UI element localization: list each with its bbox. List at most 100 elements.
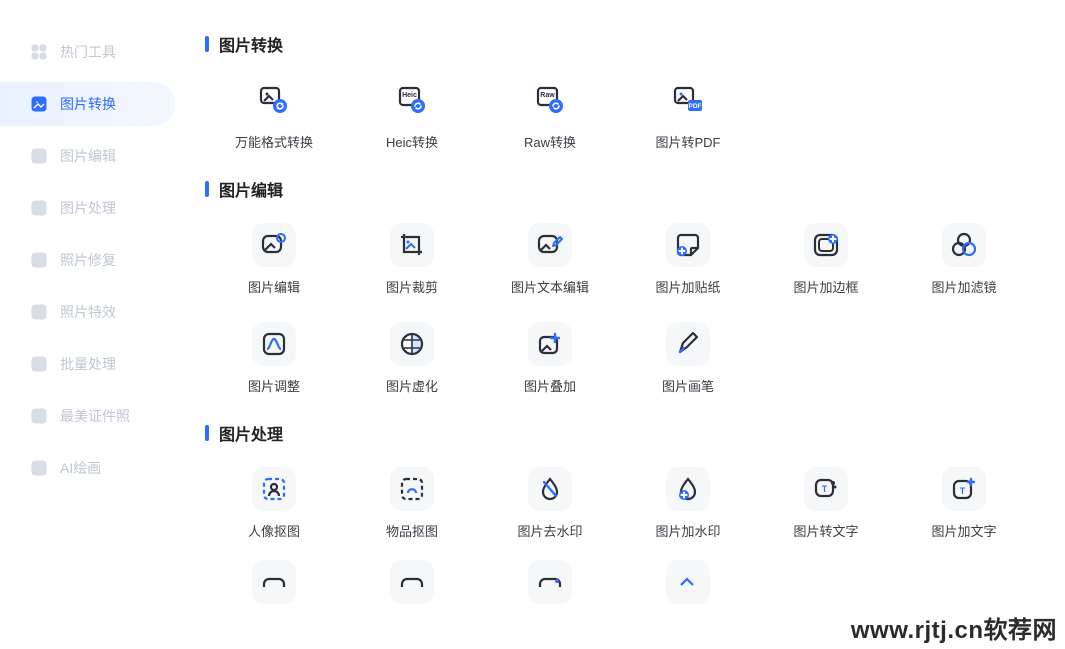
- peek-icon[interactable]: [252, 560, 296, 604]
- sidebar-item-ai-paint[interactable]: AI绘画: [0, 446, 175, 490]
- pdf-icon: PDF: [666, 78, 710, 122]
- tool-label: Raw转换: [481, 132, 619, 151]
- tool-label: 图片调整: [205, 376, 343, 395]
- sidebar-item-label: 批量处理: [60, 354, 116, 374]
- crop-icon: [390, 223, 434, 267]
- ai-paint-icon: [30, 459, 48, 477]
- sidebar-item-label: 照片特效: [60, 302, 116, 322]
- sidebar-item-image-process[interactable]: 图片处理: [0, 186, 175, 230]
- tool-add-watermark[interactable]: 图片加水印: [619, 467, 757, 540]
- tool-person-cutout[interactable]: 人像抠图: [205, 467, 343, 540]
- tool-label: 图片转文字: [757, 521, 895, 540]
- tool-image-overlay[interactable]: 图片叠加: [481, 322, 619, 395]
- tool-remove-watermark[interactable]: 图片去水印: [481, 467, 619, 540]
- tool-label: 图片加水印: [619, 521, 757, 540]
- sticker-icon: [666, 223, 710, 267]
- sidebar-item-photo-effects[interactable]: 照片特效: [0, 290, 175, 334]
- sidebar-item-batch-process[interactable]: 批量处理: [0, 342, 175, 386]
- sidebar-item-id-photo[interactable]: 最美证件照: [0, 394, 175, 438]
- tool-image-blur[interactable]: 图片虚化: [343, 322, 481, 395]
- tool-label: 图片加贴纸: [619, 277, 757, 296]
- section-title-text: 图片处理: [219, 421, 283, 445]
- svg-text:Heic: Heic: [402, 92, 417, 99]
- photo-repair-icon: [30, 251, 48, 269]
- sidebar: 热门工具 图片转换 图片编辑 图片处理 照片修复: [0, 0, 175, 649]
- section-title: 图片处理: [205, 421, 1065, 445]
- sidebar-item-label: 图片编辑: [60, 146, 116, 166]
- tool-label: 图片加边框: [757, 277, 895, 296]
- filter-icon: [942, 223, 986, 267]
- title-bar-icon: [205, 181, 209, 197]
- add-text-icon: T: [942, 467, 986, 511]
- person-cutout-icon: [252, 467, 296, 511]
- convert-icon: [252, 78, 296, 122]
- section-title-text: 图片转换: [219, 32, 283, 56]
- section-image-edit: 图片编辑 图片编辑 图片裁剪: [205, 177, 1065, 395]
- svg-text:Raw: Raw: [540, 92, 555, 99]
- tool-format-convert[interactable]: 万能格式转换: [205, 78, 343, 151]
- tool-label: 图片叠加: [481, 376, 619, 395]
- tool-label: 图片编辑: [205, 277, 343, 296]
- tool-label: 万能格式转换: [205, 132, 343, 151]
- tool-label: 物品抠图: [343, 521, 481, 540]
- border-icon: [804, 223, 848, 267]
- sidebar-item-image-convert[interactable]: 图片转换: [0, 82, 175, 126]
- tool-raw-convert[interactable]: Raw Raw转换: [481, 78, 619, 151]
- tool-add-text[interactable]: T 图片加文字: [895, 467, 1033, 540]
- tool-label: 图片文本编辑: [481, 277, 619, 296]
- sidebar-item-label: 照片修复: [60, 250, 116, 270]
- tool-label: 图片加滤镜: [895, 277, 1033, 296]
- tool-ocr[interactable]: T 图片转文字: [757, 467, 895, 540]
- tool-image-crop[interactable]: 图片裁剪: [343, 223, 481, 296]
- section-image-process: 图片处理 人像抠图 物品抠图: [205, 421, 1065, 604]
- tool-image-border[interactable]: 图片加边框: [757, 223, 895, 296]
- peek-icon[interactable]: [666, 560, 710, 604]
- svg-text:T: T: [822, 484, 828, 494]
- edit-gear-icon: [252, 223, 296, 267]
- tool-heic-convert[interactable]: Heic Heic转换: [343, 78, 481, 151]
- sidebar-item-image-edit[interactable]: 图片编辑: [0, 134, 175, 178]
- tool-image-text-edit[interactable]: 图片文本编辑: [481, 223, 619, 296]
- tool-label: 图片画笔: [619, 376, 757, 395]
- tool-label: 图片裁剪: [343, 277, 481, 296]
- blur-icon: [390, 322, 434, 366]
- tool-label: 图片去水印: [481, 521, 619, 540]
- peek-icon[interactable]: [390, 560, 434, 604]
- tool-image-edit[interactable]: 图片编辑: [205, 223, 343, 296]
- title-bar-icon: [205, 425, 209, 441]
- svg-text:T: T: [960, 486, 966, 496]
- section-image-process-more-row: [205, 560, 1065, 604]
- svg-text:PDF: PDF: [689, 103, 702, 110]
- image-convert-icon: [30, 95, 48, 113]
- tool-image-to-pdf[interactable]: PDF 图片转PDF: [619, 78, 757, 151]
- sidebar-item-label: 图片处理: [60, 198, 116, 218]
- section-title: 图片转换: [205, 32, 1065, 56]
- grid-app-icon: [30, 43, 48, 61]
- sidebar-item-label: AI绘画: [60, 458, 101, 478]
- sidebar-item-photo-repair[interactable]: 照片修复: [0, 238, 175, 282]
- tool-image-adjust[interactable]: 图片调整: [205, 322, 343, 395]
- sidebar-item-label: 最美证件照: [60, 406, 130, 426]
- tool-image-pen[interactable]: 图片画笔: [619, 322, 757, 395]
- tool-label: 图片转PDF: [619, 132, 757, 151]
- text-edit-icon: [528, 223, 572, 267]
- object-cutout-icon: [390, 467, 434, 511]
- sidebar-item-label: 图片转换: [60, 94, 116, 114]
- remove-watermark-icon: [528, 467, 572, 511]
- heic-icon: Heic: [390, 78, 434, 122]
- adjust-icon: [252, 322, 296, 366]
- tool-image-filter[interactable]: 图片加滤镜: [895, 223, 1033, 296]
- image-edit-icon: [30, 147, 48, 165]
- batch-process-icon: [30, 355, 48, 373]
- overlay-icon: [528, 322, 572, 366]
- tool-object-cutout[interactable]: 物品抠图: [343, 467, 481, 540]
- peek-icon[interactable]: [528, 560, 572, 604]
- tool-label: 图片虚化: [343, 376, 481, 395]
- tool-image-sticker[interactable]: 图片加贴纸: [619, 223, 757, 296]
- tool-label: 人像抠图: [205, 521, 343, 540]
- tool-label: Heic转换: [343, 132, 481, 151]
- section-title-text: 图片编辑: [219, 177, 283, 201]
- sidebar-item-hot-tools[interactable]: 热门工具: [0, 30, 175, 74]
- photo-effects-icon: [30, 303, 48, 321]
- section-image-convert: 图片转换 万能格式转换: [205, 32, 1065, 151]
